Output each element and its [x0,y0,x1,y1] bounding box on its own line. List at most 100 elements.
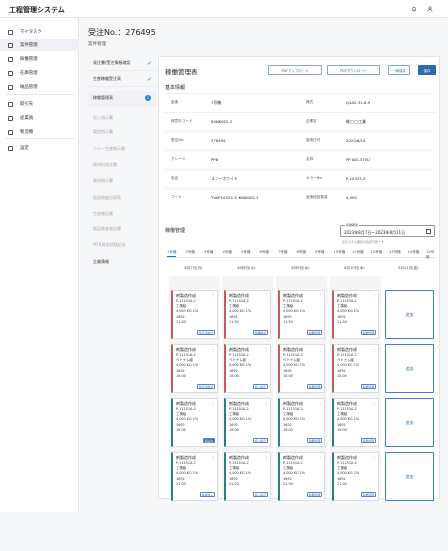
tab-machine[interactable]: 3号機 [204,250,213,255]
step-item[interactable]: 原材料発注書 [88,159,157,171]
sidebar-item[interactable]: 従業員 [0,112,79,124]
more-icon[interactable]: ⋮ [318,401,322,406]
task-card[interactable]: 剤製造作成 P-11151A-2 工場級 4,000 KG 1% 1692 21:00 ⋮ 投… [224,452,271,501]
task-card[interactable]: 剤製造作成 P-11151A-2 工場級 4,000 KG 1% 1692 19:00 ⋮ 稼… [332,398,379,447]
tab-machine[interactable]: 12号機 [371,250,383,255]
task-card[interactable]: 剤製造作成 P-11151A-2 ベトナム級 4,000 KG 1% 1692 15:00… [332,344,379,393]
step-item[interactable]: 製造指示書 [88,126,157,138]
step-item[interactable]: 製品検査報告書 [88,223,157,235]
sidebar-item[interactable]: 在庫管理 [0,67,79,79]
step-item[interactable]: 生産報告書 [88,208,157,220]
step-item[interactable]: 製造検査記録表 [88,192,157,204]
step-item[interactable]: 着材指示書 [88,175,157,187]
pdf-download-button[interactable]: PDFダウンロード [327,65,380,75]
task-card[interactable]: 剤製造作成 P-11151A-2 ベトナム級 4,000 KG 1% 1692 15:00… [278,344,325,393]
tab-machine[interactable]: 9号機 [315,250,324,255]
status-tag[interactable]: 投入指示 [252,438,268,443]
user-icon[interactable] [427,6,433,12]
calendar-icon[interactable] [426,229,431,234]
status-tag[interactable]: 稼働確認 [252,330,268,335]
sidebar-item[interactable]: 稼働管理 [0,53,79,65]
step-item[interactable]: 企業情報 [88,256,157,268]
more-icon[interactable]: ⋮ [211,293,215,298]
add-button[interactable]: 追加 [385,452,434,501]
more-icon[interactable]: ⋮ [318,455,322,460]
add-button[interactable]: 追加 [385,398,434,447]
pdf-upload-button[interactable]: PDFアップロード [268,65,322,75]
task-card[interactable]: 剤製造作成 P-11151A-2 ベトナム級 4,000 KG 1% 1692 15:00… [171,344,218,393]
sidebar-item[interactable]: 案件管理 [0,39,79,51]
step-item[interactable]: カラー生産指示書 [88,143,157,155]
task-card[interactable]: 剤製造作成 P-11151A-2 工場級 4,000 KG 1% 1692 11:50 ⋮ 稼… [332,290,379,339]
task-card[interactable]: 剤製造作成 P-11151A-2 ベトナム級 4,000 KG 1% 1692 15:00… [224,344,271,393]
more-icon[interactable]: ⋮ [211,401,215,406]
task-card[interactable]: 剤製造作成 P-11151A-2 工場級 4,000 KG 1% 1692 19:00 ⋮ 投… [224,398,271,447]
more-icon[interactable]: ⋮ [372,347,376,352]
task-card[interactable]: 剤製造作成 P-11151A-2 工場級 4,000 KG 1% 1692 19:00 ⋮ 稼… [278,398,325,447]
tab-machine[interactable]: 13号機 [389,250,401,255]
status-tag[interactable]: 素材投入 [199,492,215,497]
more-icon[interactable]: ⋮ [264,347,268,352]
status-tag[interactable]: 稼働管理 [306,384,322,389]
status-tag[interactable]: 稼働管理 [306,330,322,335]
step-item[interactable]: 生産稼働受注表 ✓ [88,72,157,87]
date-range-picker[interactable]: 稼働期間 2023年8月7日〜2023年8月11日 [340,223,435,237]
task-card[interactable]: 剤製造作成 P-11151A-2 工場級 4,000 KG 1% 1692 11:50 ⋮ 稼… [278,290,325,339]
status-tag[interactable]: 稼働管理 [306,438,322,443]
tab-machine[interactable]: 7号機 [278,250,287,255]
tab-machine[interactable]: 6号機 [260,250,269,255]
more-icon[interactable]: ⋮ [318,293,322,298]
sidebar-item[interactable]: 取引先 [0,98,79,110]
sidebar-item[interactable]: 納品管理 [0,81,79,93]
status-tag[interactable]: 製造中 [202,438,215,443]
step-item[interactable]: MFR成形試験記録 [88,239,157,251]
step-item[interactable]: 稼働管理表 1 [88,91,157,106]
more-icon[interactable]: ⋮ [318,347,322,352]
more-icon[interactable]: ⋮ [372,401,376,406]
status-tag[interactable]: 稼働管理 [360,492,376,497]
more-icon[interactable]: ⋮ [372,455,376,460]
status-tag[interactable]: 製造済確認 [197,384,215,389]
more-icon[interactable]: ⋮ [264,293,268,298]
tab-machine[interactable]: 11号機 [352,250,364,255]
info-label: 製造総投数量 [306,195,328,199]
more-icon[interactable]: ⋮ [264,455,268,460]
task-card[interactable]: 剤製造作成 P-11151A-2 工場級 4,000 KG 1% 1692 21:00 ⋮ 稼… [278,452,325,501]
temp-save-button[interactable]: 一時保存 [388,65,410,75]
step-item[interactable]: 投入指示書 [88,112,157,124]
tab-machine[interactable]: 15号機 [426,250,435,260]
add-button[interactable]: 追加 [385,344,434,393]
task-card[interactable]: 剤製造作成 P-11151A-2 工場級 4,000 KG 1% 1692 11:50 ⋮ 製… [171,290,218,339]
tab-machine[interactable]: 10号機 [334,250,346,255]
bell-icon[interactable] [411,6,417,12]
truck-icon [8,84,13,90]
sidebar-item[interactable]: マイタスク [0,26,79,38]
tab-machine[interactable]: 5号機 [241,250,250,255]
task-card[interactable]: 剤製造作成 P-11151A-2 工場級 4,000 KG 1% 1692 21:00 ⋮ 素… [171,452,218,501]
tab-machine[interactable]: 1号機 [167,250,177,257]
status-tag[interactable]: 投入指示 [252,384,268,389]
status-tag[interactable]: 稼働管理 [360,330,376,335]
status-tag[interactable]: 稼働管理 [360,438,376,443]
task-card[interactable]: 剤製造作成 P-11151A-2 工場級 4,000 KG 1% 1692 11:50 ⋮ 稼… [224,290,271,339]
more-icon[interactable]: ⋮ [211,455,215,460]
save-button[interactable]: 保存 [418,65,436,75]
status-tag[interactable]: 製造済確認 [197,330,215,335]
tab-machine[interactable]: 4号機 [223,250,232,255]
status-tag[interactable]: 投入指示 [252,492,268,497]
task-card[interactable]: 剤製造作成 P-11151A-2 工場級 4,000 KG 1% 1692 19:00 ⋮ 製… [171,398,218,447]
breadcrumb[interactable]: 案件管理 [88,41,106,47]
more-icon[interactable]: ⋮ [264,401,268,406]
status-tag[interactable]: 稼働管理 [306,492,322,497]
step-item[interactable]: 発注書/受注情報確認 ✓ [88,56,157,71]
tab-machine[interactable]: 8号機 [297,250,306,255]
status-tag[interactable]: 稼働管理 [360,384,376,389]
tab-machine[interactable]: 2号機 [186,250,195,255]
sidebar-item[interactable]: 製造機 [0,126,79,138]
add-button[interactable]: 追加 [385,290,434,339]
more-icon[interactable]: ⋮ [372,293,376,298]
more-icon[interactable]: ⋮ [211,347,215,352]
task-card[interactable]: 剤製造作成 P-11151A-2 工場級 4,000 KG 1% 1692 21:00 ⋮ 稼… [332,452,379,501]
tab-machine[interactable]: 14号機 [408,250,420,255]
sidebar-item[interactable]: 設定 [0,142,79,154]
